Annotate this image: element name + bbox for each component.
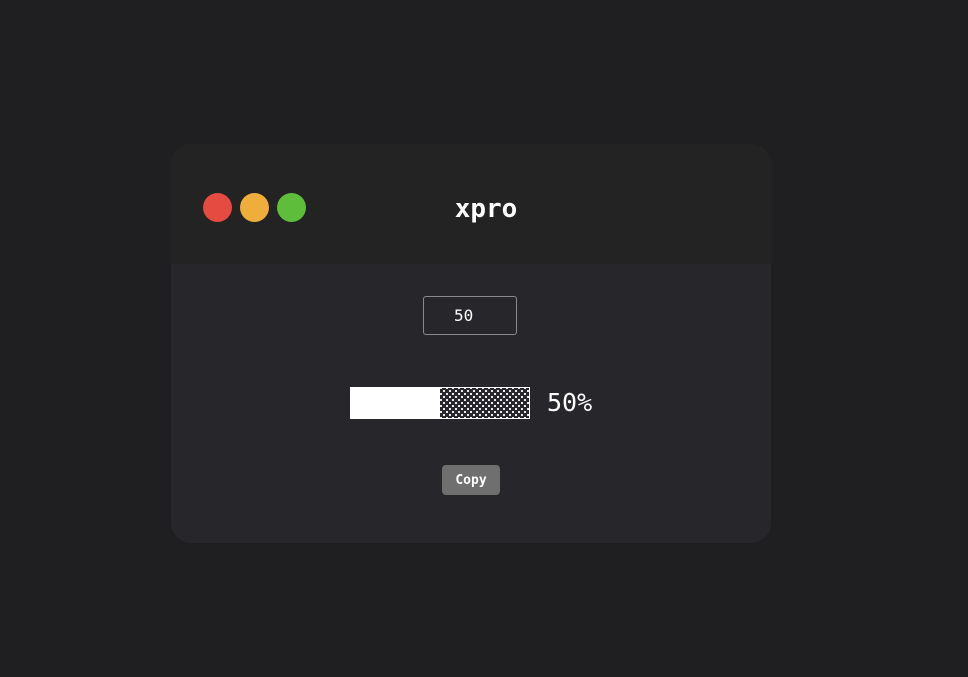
app-window: xpro 50% Copy <box>171 144 771 543</box>
progress-fill <box>351 388 440 418</box>
copy-button[interactable]: Copy <box>442 465 500 495</box>
progress-percent-label: 50% <box>547 388 593 417</box>
title-bar: xpro <box>171 144 771 264</box>
window-title: xpro <box>454 194 518 224</box>
progress-bar <box>350 387 530 419</box>
value-input[interactable] <box>423 296 517 335</box>
